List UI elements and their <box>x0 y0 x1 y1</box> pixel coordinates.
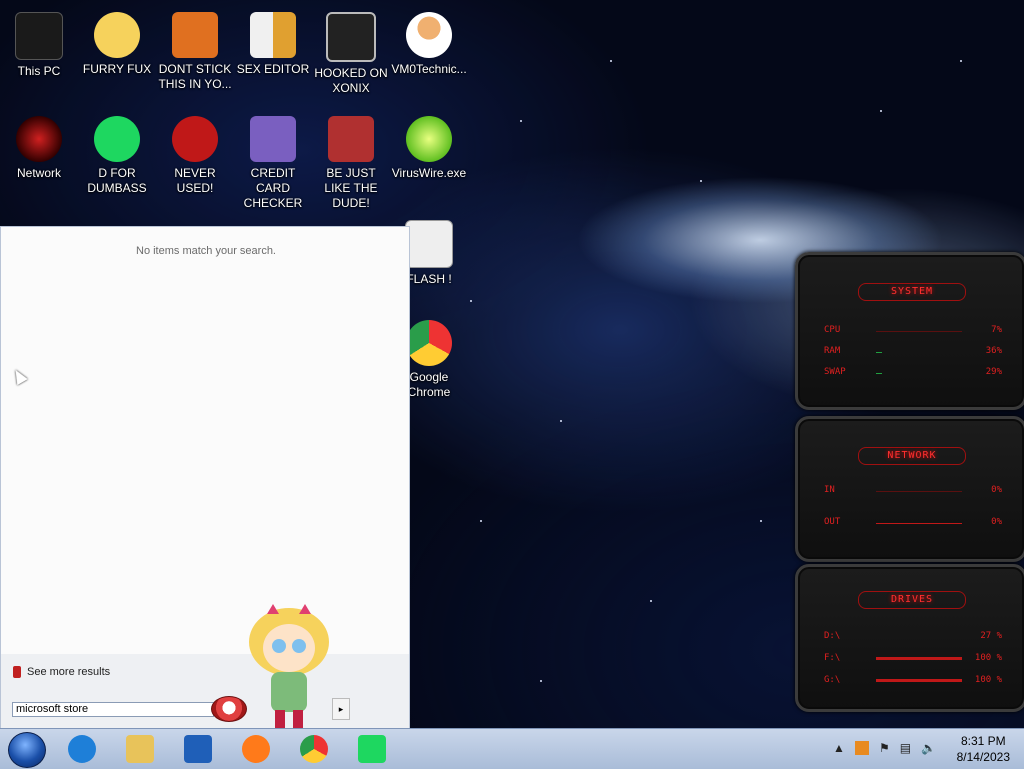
see-more-results-label: See more results <box>27 666 111 678</box>
cpu-label: CPU <box>824 325 841 335</box>
start-button[interactable] <box>8 732 46 768</box>
network-title: NETWORK <box>858 447 966 465</box>
drives-title: DRIVES <box>858 591 966 609</box>
taskbar-clock[interactable]: 8:31 PM 8/14/2023 <box>957 733 1010 765</box>
see-more-results-link[interactable]: See more results <box>13 666 110 678</box>
desktop-icon-dont-stick[interactable]: DONT STICK THIS IN YO... <box>156 6 234 92</box>
network-out-label: OUT <box>824 517 841 527</box>
network-out-row: OUT 0% <box>824 517 1002 529</box>
desktop-icon-sex-editor[interactable]: SEX EDITOR <box>234 6 312 77</box>
desktop-icon-d-for-dumbass[interactable]: D FOR DUMBASS <box>78 110 156 196</box>
desktop-icon-never-used[interactable]: NEVER USED! <box>156 110 234 196</box>
system-title: SYSTEM <box>858 283 966 301</box>
drive-d-label: D:\ <box>824 631 841 641</box>
chrome-icon <box>406 320 452 366</box>
search-results-icon <box>13 666 21 678</box>
spotify-icon <box>94 116 140 162</box>
desktop-icon-this-pc[interactable]: This PC <box>0 6 78 79</box>
cpu-value: 7% <box>991 325 1002 335</box>
mouse-cursor-icon <box>10 366 28 386</box>
dev-cpp-icon <box>172 116 218 162</box>
start-menu: No items match your search. See more res… <box>0 226 410 728</box>
clock-date: 8/14/2023 <box>956 750 1010 764</box>
this-pc-icon <box>15 12 63 60</box>
network-tray-icon[interactable]: ▤ <box>900 741 911 755</box>
xonix-game-icon <box>326 12 376 62</box>
doctor-icon <box>406 12 452 58</box>
desktop-icon-hooked-on-xonix[interactable]: HOOKED ON XONIX <box>312 6 390 96</box>
drive-f-row: F:\ 100 % <box>824 653 1002 665</box>
chrome-icon <box>300 735 328 763</box>
taskbar-mail[interactable] <box>178 733 218 765</box>
no-results-message: No items match your search. <box>136 245 276 257</box>
taskbar-chrome[interactable] <box>294 733 334 765</box>
spotify-icon <box>358 735 386 763</box>
drive-g-row: G:\ 100 % <box>824 675 1002 687</box>
ram-usage-bar <box>876 352 882 353</box>
network-monitor-gadget[interactable]: NETWORK IN 0% OUT 0% <box>795 416 1024 562</box>
desktop-icon-be-just-like-the-dude[interactable]: BE JUST LIKE THE DUDE! <box>312 110 390 211</box>
taskbar: ▲ ⚑ ▤ 🔈 8:31 PM 8/14/2023 <box>0 728 1024 769</box>
drive-d-value: 27 % <box>980 631 1002 641</box>
swap-usage-bar <box>876 373 882 374</box>
swap-label: SWAP <box>824 367 846 377</box>
drive-d-row: D:\ 27 % <box>824 631 1002 643</box>
taskbar-internet-explorer[interactable] <box>62 733 102 765</box>
drive-f-value: 100 % <box>974 653 1002 663</box>
cartoon-character-icon <box>94 12 140 58</box>
desktop-icon-furry-fux[interactable]: FURRY FUX <box>78 6 156 77</box>
swap-value: 29% <box>985 367 1002 377</box>
network-out-value: 0% <box>991 517 1002 527</box>
desktop-icon-vm0technic[interactable]: VM0Technic... <box>390 6 468 77</box>
cartoon-mascot-image <box>237 602 341 730</box>
desktop-icon-viruswire[interactable]: VirusWire.exe <box>390 110 468 181</box>
network-in-value: 0% <box>991 485 1002 495</box>
clock-time: 8:31 PM <box>960 734 1006 748</box>
system-monitor-gadget[interactable]: SYSTEM CPU 7% RAM 36% SWAP 29% <box>795 252 1024 410</box>
flash-icon <box>405 220 453 268</box>
internet-explorer-icon <box>68 735 96 763</box>
drives-monitor-gadget[interactable]: DRIVES D:\ 27 % F:\ 100 % G:\ 100 % <box>795 564 1024 712</box>
swap-row: SWAP 29% <box>824 367 1002 379</box>
start-menu-footer: See more results ▸ <box>1 654 409 728</box>
credit-card-icon <box>250 116 296 162</box>
drive-g-label: G:\ <box>824 675 841 685</box>
lime-icon <box>406 116 452 162</box>
santa-icon <box>328 116 374 162</box>
taskbar-spotify[interactable] <box>352 733 392 765</box>
mail-icon <box>184 735 212 763</box>
network-in-label: IN <box>824 485 835 495</box>
taskbar-file-explorer[interactable] <box>120 733 160 765</box>
taskbar-firefox[interactable] <box>236 733 276 765</box>
network-out-graph <box>876 523 962 524</box>
ram-value: 36% <box>985 346 1002 356</box>
ram-label: RAM <box>824 346 841 356</box>
cpu-usage-bar <box>876 331 962 332</box>
hex-editor-icon <box>250 12 296 58</box>
firefox-icon <box>242 735 270 763</box>
desktop-icon-credit-card-checker[interactable]: CREDIT CARD CHECKER <box>234 110 312 211</box>
drive-g-usage-bar <box>876 679 962 682</box>
desktop-icon-network[interactable]: Network <box>0 110 78 181</box>
drive-f-label: F:\ <box>824 653 841 663</box>
notification-app-icon[interactable] <box>854 741 869 755</box>
system-tray: ▲ ⚑ ▤ 🔈 <box>833 741 936 755</box>
drive-g-value: 100 % <box>974 675 1002 685</box>
ram-row: RAM 36% <box>824 346 1002 358</box>
drive-f-usage-bar <box>876 657 962 660</box>
file-explorer-icon <box>126 735 154 763</box>
show-hidden-icons-arrow-icon[interactable]: ▲ <box>833 741 845 755</box>
network-in-row: IN 0% <box>824 485 1002 497</box>
network-in-graph <box>876 491 962 492</box>
network-icon <box>16 116 62 162</box>
start-search-input[interactable] <box>12 702 214 717</box>
usb-warning-icon <box>172 12 218 58</box>
volume-icon[interactable]: 🔈 <box>921 741 936 755</box>
action-center-flag-icon[interactable]: ⚑ <box>879 741 890 755</box>
cpu-row: CPU 7% <box>824 325 1002 337</box>
